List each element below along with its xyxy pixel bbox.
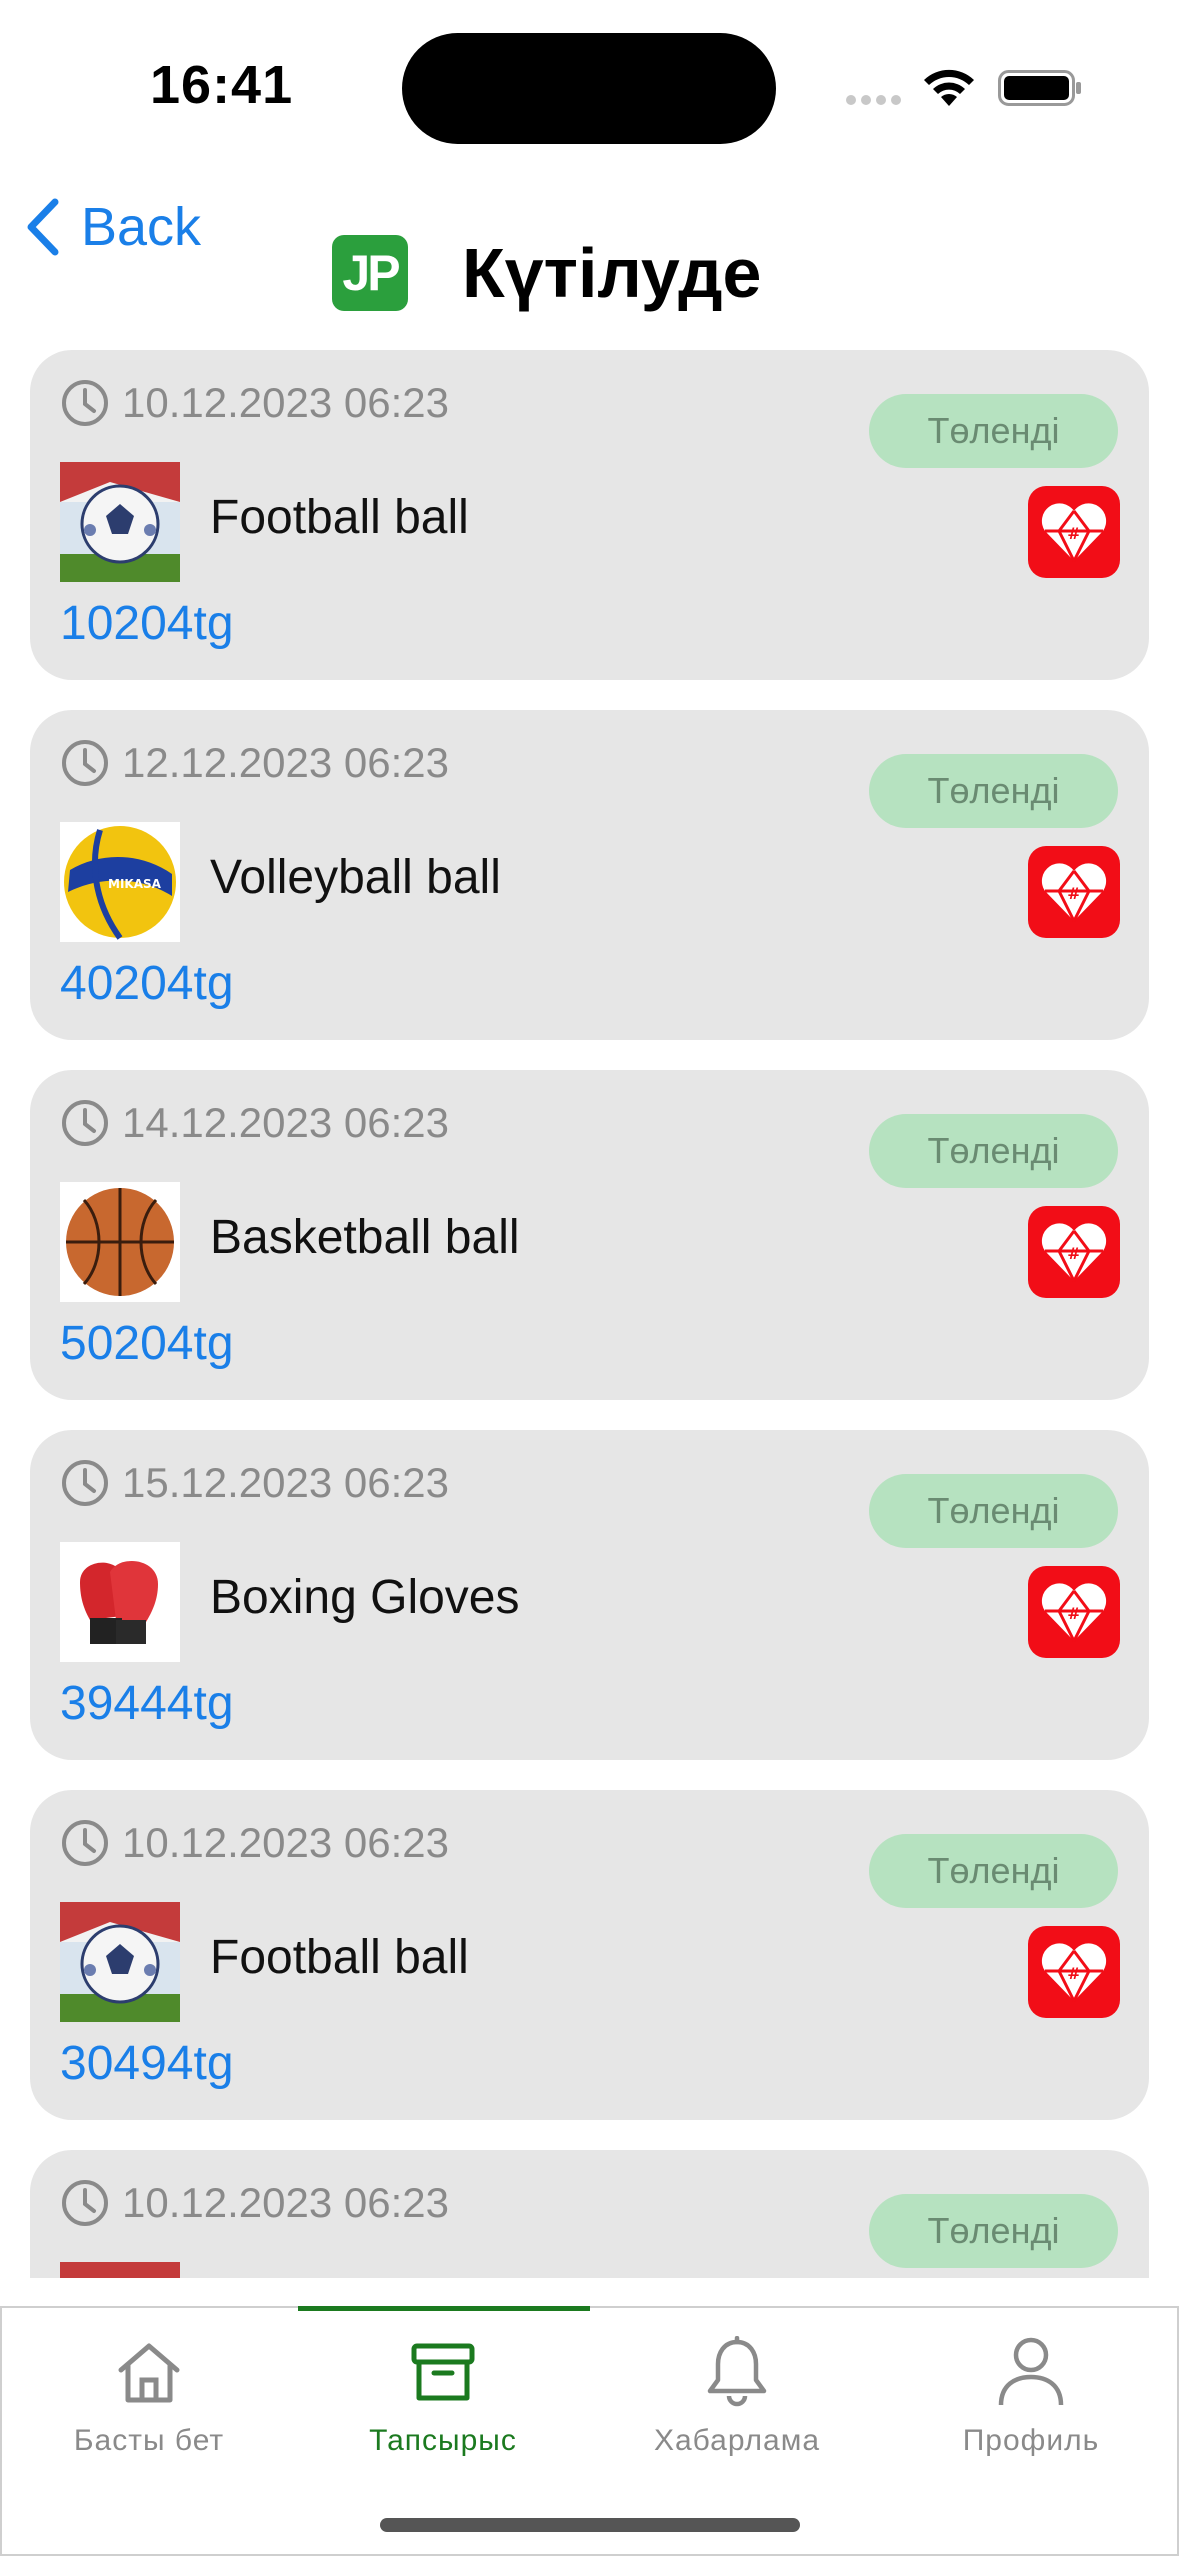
- order-date: 12.12.2023 06:23: [60, 738, 449, 788]
- clock-icon: [62, 1460, 108, 1506]
- person-icon: [997, 2332, 1065, 2412]
- order-card[interactable]: 15.12.2023 06:23 Төленді Boxing Gloves 3…: [30, 1430, 1149, 1760]
- pinduoduo-heart-icon[interactable]: #: [1028, 1566, 1120, 1658]
- tab-label: Тапсырыс: [369, 2424, 517, 2457]
- clock-icon: [62, 2180, 108, 2226]
- order-date-text: 10.12.2023 06:23: [122, 379, 449, 426]
- status-badge: Төленді: [869, 1114, 1118, 1188]
- order-date-text: 15.12.2023 06:23: [122, 1459, 449, 1506]
- jp-logo: JP: [332, 235, 408, 311]
- product-thumbnail: [60, 1542, 180, 1662]
- status-badge: Төленді: [869, 1474, 1118, 1548]
- svg-text:#: #: [1067, 1604, 1080, 1623]
- bell-icon: [705, 2332, 769, 2412]
- product-thumbnail: MIKASA: [60, 822, 180, 942]
- order-card[interactable]: 14.12.2023 06:23 Төленді Basketball ball…: [30, 1070, 1149, 1400]
- svg-text:#: #: [1067, 1244, 1080, 1263]
- tab-home[interactable]: Басты бет: [2, 2308, 296, 2488]
- tab-label: Басты бет: [73, 2424, 225, 2457]
- product-name: Boxing Gloves: [210, 1571, 520, 1624]
- status-badge: Төленді: [869, 394, 1118, 468]
- archive-box-icon: [410, 2332, 476, 2412]
- order-price: 30494tg: [60, 2037, 234, 2090]
- product-name: Basketball ball: [210, 1211, 520, 1264]
- product-name: Football ball: [210, 1931, 469, 1984]
- chevron-left-icon: [27, 198, 59, 256]
- status-bar: 16:41: [0, 0, 1179, 170]
- back-button[interactable]: Back: [25, 192, 201, 262]
- order-date: 10.12.2023 06:23: [60, 378, 449, 428]
- clock-icon: [62, 1820, 108, 1866]
- status-time: 16:41: [150, 55, 294, 115]
- svg-text:#: #: [1067, 884, 1080, 903]
- svg-text:MIKASA: MIKASA: [108, 877, 162, 891]
- tab-label: Профиль: [962, 2424, 1100, 2457]
- svg-text:#: #: [1067, 524, 1080, 543]
- product-thumbnail: [60, 2262, 180, 2278]
- cellular-signal-icon: [846, 95, 901, 105]
- status-badge: Төленді: [869, 754, 1118, 828]
- pinduoduo-heart-icon[interactable]: #: [1028, 846, 1120, 938]
- clock-icon: [62, 1100, 108, 1146]
- tab-orders[interactable]: Тапсырыс: [296, 2308, 590, 2488]
- order-date-text: 10.12.2023 06:23: [122, 1819, 449, 1866]
- order-price: 50204tg: [60, 1317, 234, 1370]
- order-card[interactable]: 10.12.2023 06:23 Төленді Football ball 1…: [30, 350, 1149, 680]
- home-indicator: [380, 2518, 800, 2532]
- order-card[interactable]: 12.12.2023 06:23 Төленді MIKASA Volleyba…: [30, 710, 1149, 1040]
- page-title: Күтілуде: [462, 234, 762, 312]
- pinduoduo-heart-icon[interactable]: #: [1028, 1926, 1120, 2018]
- clock-icon: [62, 740, 108, 786]
- orders-list[interactable]: 10.12.2023 06:23 Төленді Football ball 1…: [30, 350, 1149, 2278]
- product-thumbnail: [60, 462, 180, 582]
- back-label: Back: [81, 197, 202, 257]
- order-date: 10.12.2023 06:23: [60, 1818, 449, 1868]
- tab-label: Хабарлама: [653, 2424, 821, 2457]
- wifi-icon: [924, 69, 974, 106]
- product-name: Volleyball ball: [210, 851, 501, 904]
- dynamic-island: [402, 33, 776, 144]
- order-date-text: 12.12.2023 06:23: [122, 739, 449, 786]
- order-date: 14.12.2023 06:23: [60, 1098, 449, 1148]
- order-date-text: 10.12.2023 06:23: [122, 2179, 449, 2226]
- order-card[interactable]: 10.12.2023 06:23 Төленді Football ball 3…: [30, 1790, 1149, 2120]
- order-date-text: 14.12.2023 06:23: [122, 1099, 449, 1146]
- order-price: 10204tg: [60, 597, 234, 650]
- pinduoduo-heart-icon[interactable]: #: [1028, 486, 1120, 578]
- order-price: 40204tg: [60, 957, 234, 1010]
- order-price: 39444tg: [60, 1677, 234, 1730]
- order-date: 15.12.2023 06:23: [60, 1458, 449, 1508]
- pinduoduo-heart-icon[interactable]: #: [1028, 1206, 1120, 1298]
- product-thumbnail: [60, 1182, 180, 1302]
- tab-profile[interactable]: Профиль: [884, 2308, 1178, 2488]
- svg-text:#: #: [1067, 1964, 1080, 1983]
- product-name: Football ball: [210, 491, 469, 544]
- tab-notifications[interactable]: Хабарлама: [590, 2308, 884, 2488]
- clock-icon: [62, 380, 108, 426]
- page-header: JP Күтілуде: [332, 230, 761, 316]
- order-card[interactable]: 10.12.2023 06:23 Төленді #: [30, 2150, 1149, 2278]
- order-date: 10.12.2023 06:23: [60, 2178, 449, 2228]
- home-icon: [115, 2332, 183, 2412]
- status-badge: Төленді: [869, 1834, 1118, 1908]
- product-thumbnail: [60, 1902, 180, 2022]
- status-badge: Төленді: [869, 2194, 1118, 2268]
- battery-icon: [998, 70, 1081, 106]
